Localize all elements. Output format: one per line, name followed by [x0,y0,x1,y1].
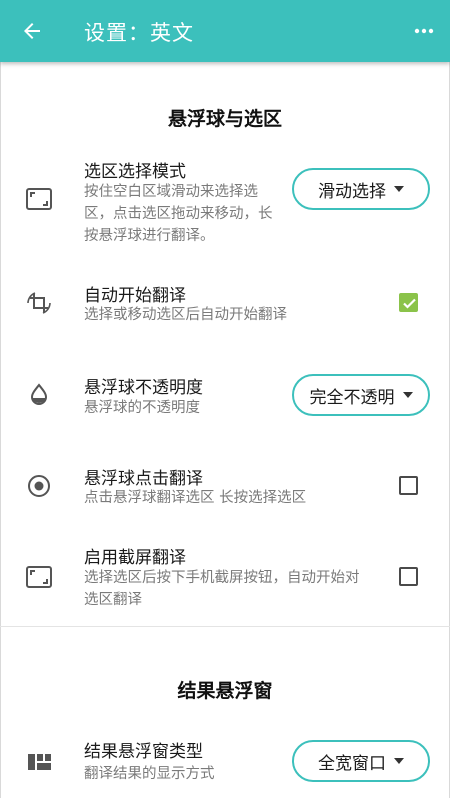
opacity-drop-icon [30,383,48,405]
aspect-ratio-icon [26,566,52,588]
dropdown-value: 滑动选择 [318,181,386,202]
result-type-dropdown[interactable]: 全宽窗口 [292,740,430,782]
caret-down-icon [394,758,404,764]
setting-description: 选择或移动选区后自动开始翻译 [84,307,287,323]
dropdown-value: 全宽窗口 [318,753,386,774]
tap-translate-checkbox[interactable] [399,476,418,495]
setting-title: 结果悬浮窗类型 [84,742,203,762]
screenshot-translate-checkbox[interactable] [399,567,418,586]
view-quilt-icon [28,754,51,770]
section-divider [0,626,450,627]
section-title-result: 结果悬浮窗 [177,680,273,702]
setting-row-tap-translate[interactable]: 悬浮球点击翻译 点击悬浮球翻译选区 长按选择选区 [0,454,450,524]
aspect-ratio-icon [26,188,52,210]
auto-translate-checkbox[interactable] [399,293,418,312]
crop-rotate-icon [27,292,51,314]
setting-title: 选区选择模式 [84,162,186,182]
setting-row-opacity[interactable]: 悬浮球不透明度 悬浮球的不透明度 完全不透明 [0,362,450,432]
setting-row-auto-translate[interactable]: 自动开始翻译 选择或移动选区后自动开始翻译 [0,272,450,342]
setting-title: 启用截屏翻译 [84,548,186,568]
check-icon [403,298,416,309]
page-title: 设置：英文 [84,21,194,45]
opacity-dropdown[interactable]: 完全不透明 [292,374,430,416]
caret-down-icon [402,392,413,398]
dropdown-value: 完全不透明 [309,387,395,408]
setting-row-result-type[interactable]: 结果悬浮窗类型 翻译结果的显示方式 全宽窗口 [0,730,450,796]
setting-description: 选择选区后按下手机截屏按钮，自动开始对选区翻译 [84,570,360,608]
section-title-float: 悬浮球与选区 [167,108,282,130]
setting-title: 自动开始翻译 [84,286,186,306]
setting-row-screenshot-translate[interactable]: 启用截屏翻译 选择选区后按下手机截屏按钮，自动开始对选区翻译 [0,536,450,616]
radio-button-icon [28,475,50,497]
setting-row-select-mode[interactable]: 选区选择模式 按住空白区域滑动来选择选区，点击选区拖动来移动，长按悬浮球进行翻译… [0,150,450,260]
setting-title: 悬浮球不透明度 [84,378,203,398]
select-mode-dropdown[interactable]: 滑动选择 [292,168,430,210]
setting-description: 点击悬浮球翻译选区 长按选择选区 [84,490,307,506]
arrow-left-icon[interactable] [20,19,44,43]
setting-title: 悬浮球点击翻译 [84,469,203,489]
more-horizontal-icon[interactable] [414,19,434,43]
setting-description: 按住空白区域滑动来选择选区，点击选区拖动来移动，长按悬浮球进行翻译。 [84,184,273,244]
caret-down-icon [394,186,404,192]
app-bar: 设置：英文 [0,0,450,62]
